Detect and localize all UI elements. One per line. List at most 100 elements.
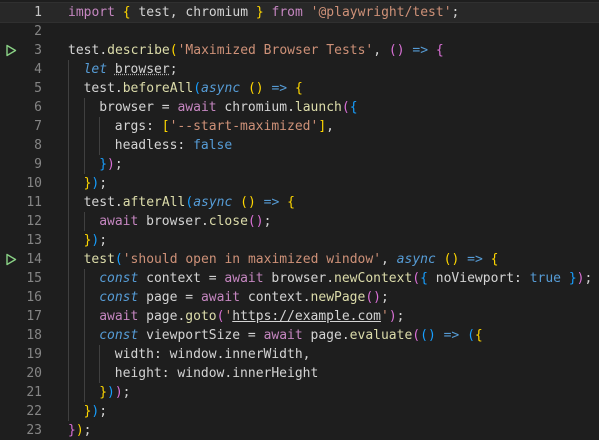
indent-guide xyxy=(99,117,100,136)
code-token: browser xyxy=(138,214,201,229)
code-token: ; xyxy=(584,271,593,286)
indent-guide xyxy=(84,117,85,136)
indent-guide xyxy=(68,383,69,402)
code-line[interactable]: 16 const page = await context.newPage(); xyxy=(0,288,599,307)
code-token: ( xyxy=(185,195,194,210)
code-token: browser xyxy=(114,62,170,77)
indent-guide xyxy=(68,136,69,155)
code-token: ; xyxy=(381,290,389,305)
indent-guide xyxy=(68,269,69,288)
code-token: { xyxy=(435,43,444,58)
code-token: , xyxy=(326,119,334,134)
indent-guide xyxy=(68,250,69,269)
indent-guide xyxy=(68,98,69,117)
indent-guide xyxy=(68,326,69,345)
indent-guide xyxy=(84,98,85,117)
code-line[interactable]: 5 test.beforeAll(async () => { xyxy=(0,79,599,98)
line-number: 14 xyxy=(26,252,42,267)
code-line[interactable]: 12 await browser.close(); xyxy=(0,212,599,231)
code-token: , xyxy=(373,43,389,58)
code-token: launch xyxy=(294,100,342,115)
code-text: test.beforeAll(async () => { xyxy=(84,79,303,98)
code-token: innerHeight xyxy=(232,366,319,381)
code-token: . xyxy=(200,214,209,229)
indent-guide xyxy=(84,364,85,383)
code-token: () xyxy=(388,43,405,58)
code-text: const context = await browser.newContext… xyxy=(99,269,592,288)
code-text: }); xyxy=(99,155,122,174)
code-line[interactable]: 14 test('should open in maximized window'… xyxy=(0,250,599,269)
code-line[interactable]: 21})); xyxy=(0,383,599,402)
code-token: chromium xyxy=(216,100,288,115)
code-token: => xyxy=(271,81,288,96)
code-token: test xyxy=(83,252,115,267)
code-text: let browser; xyxy=(84,60,178,79)
code-token: window xyxy=(177,366,225,381)
code-token: browser xyxy=(99,100,154,115)
code-text: await page.goto('https://example.com'); xyxy=(99,307,404,326)
code-token: => xyxy=(263,195,280,210)
code-token: . xyxy=(114,195,123,210)
code-line[interactable]: 15 const context = await browser.newConte… xyxy=(0,269,599,288)
indent-guide xyxy=(68,307,69,326)
code-line[interactable]: 6 browser = await chromium.launch({ xyxy=(0,98,599,117)
code-line[interactable]: 13}); xyxy=(0,231,599,250)
line-number: 11 xyxy=(26,195,42,210)
code-token: newContext xyxy=(334,271,413,286)
code-text: }); xyxy=(68,421,91,440)
code-line[interactable]: 3 test.describe('Maximized Browser Tests'… xyxy=(0,41,599,60)
code-line[interactable]: 22}); xyxy=(0,402,599,421)
line-number: 16 xyxy=(26,290,42,305)
run-test-icon[interactable] xyxy=(5,253,17,266)
code-line[interactable]: 9}); xyxy=(0,155,599,174)
line-number: 23 xyxy=(26,423,42,438)
code-line[interactable]: 17 await page.goto('https://example.com')… xyxy=(0,307,599,326)
indent-guide xyxy=(84,288,85,307)
code-token: , xyxy=(381,252,397,267)
code-line[interactable]: 19 width: window.innerWidth, xyxy=(0,345,599,364)
code-line[interactable]: 8 headless: false xyxy=(0,136,599,155)
code-line[interactable]: 7 args: ['--start-maximized'], xyxy=(0,117,599,136)
code-token: await xyxy=(200,290,241,305)
code-line[interactable]: 20 height: window.innerHeight xyxy=(0,364,599,383)
code-token: { xyxy=(122,5,131,20)
code-token: await xyxy=(177,100,217,115)
indent-guide xyxy=(68,117,69,136)
code-line[interactable]: 1 import { test, chromium } from '@playwr… xyxy=(0,2,599,23)
code-line[interactable]: 10}); xyxy=(0,174,599,193)
code-line[interactable]: 18 const viewportSize = await page.evalua… xyxy=(0,326,599,345)
code-token: ) xyxy=(388,309,397,324)
line-number: 20 xyxy=(26,366,42,381)
code-line[interactable]: 23}); xyxy=(0,421,599,440)
code-token: . xyxy=(341,328,350,343)
code-token: . xyxy=(99,43,108,58)
code-text: }); xyxy=(84,402,107,421)
code-token: async xyxy=(201,81,241,96)
indent-guide xyxy=(84,383,85,402)
code-line[interactable]: 11 test.afterAll(async () => { xyxy=(0,193,599,212)
code-token: () xyxy=(420,328,436,343)
code-editor[interactable]: 1 import { test, chromium } from '@playwr… xyxy=(0,0,599,438)
code-text: import { test, chromium } from '@playwri… xyxy=(68,3,459,22)
code-line[interactable]: 2 xyxy=(0,22,599,41)
indent-guide xyxy=(68,155,69,174)
run-test-icon[interactable] xyxy=(5,44,17,57)
line-number: 1 xyxy=(34,5,42,20)
indent-guide xyxy=(68,364,69,383)
indent-guide xyxy=(84,326,85,345)
code-token: noViewport: xyxy=(427,271,530,286)
code-token: '@playwright/test' xyxy=(310,5,452,20)
code-token: height xyxy=(114,366,162,381)
code-token: () xyxy=(240,195,256,210)
code-token: . xyxy=(114,81,123,96)
code-token: const xyxy=(99,328,139,343)
code-line[interactable]: 4 let browser; xyxy=(0,60,599,79)
code-token: ' xyxy=(380,309,389,324)
